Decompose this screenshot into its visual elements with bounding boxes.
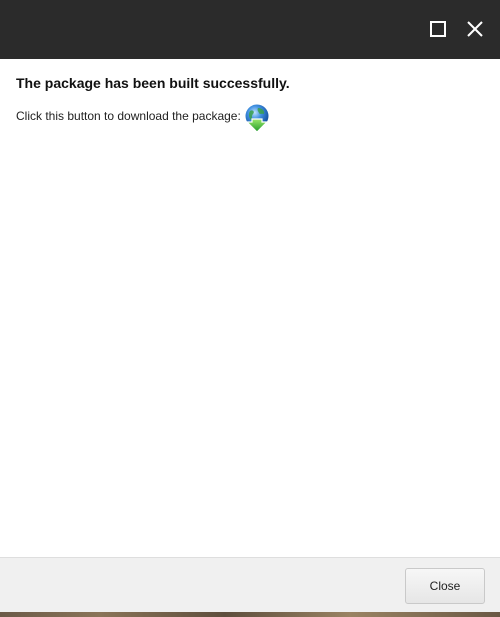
close-icon [467,21,483,37]
maximize-button[interactable] [424,15,452,43]
dialog-titlebar [0,0,500,59]
titlebar-close-button[interactable] [461,15,489,43]
background-strip [0,612,500,617]
download-row: Click this button to download the packag… [16,103,484,133]
dialog-footer: Close [0,557,500,613]
globe-download-icon [245,104,269,133]
maximize-icon [430,21,446,37]
package-built-dialog: The package has been built successfully.… [0,0,500,617]
close-button[interactable]: Close [405,568,485,604]
download-prompt: Click this button to download the packag… [16,109,241,123]
download-package-button[interactable] [244,104,272,134]
success-heading: The package has been built successfully. [16,75,290,91]
dialog-content: The package has been built successfully.… [16,74,484,133]
